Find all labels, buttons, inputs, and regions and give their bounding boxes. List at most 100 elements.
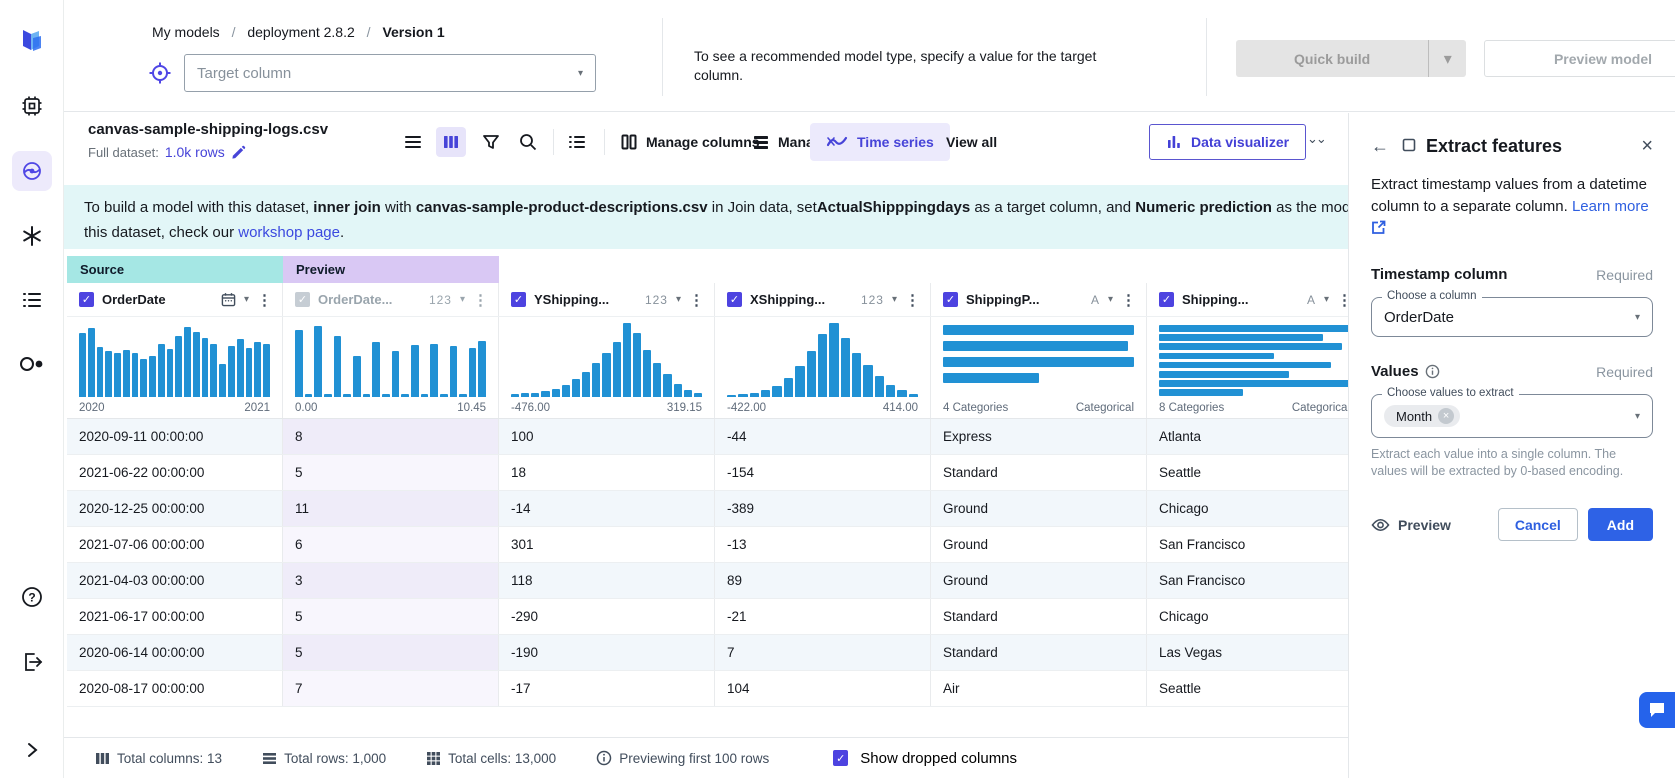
cancel-button[interactable]: Cancel (1498, 508, 1578, 541)
table-cell[interactable]: 301 (499, 527, 715, 562)
table-cell[interactable]: 2020-12-25 00:00:00 (67, 491, 283, 526)
column-menu-icon[interactable]: ⋮ (689, 291, 704, 309)
table-cell[interactable]: Standard (931, 455, 1147, 490)
collapse-toolbar-button[interactable]: ⌄⌄ (1307, 131, 1325, 147)
add-button[interactable]: Add (1588, 508, 1653, 541)
quick-build-button[interactable]: Quick build ▾ (1236, 40, 1466, 77)
table-cell[interactable]: Chicago (1147, 599, 1348, 634)
table-cell[interactable]: 7 (283, 671, 499, 706)
table-cell[interactable]: -14 (499, 491, 715, 526)
table-cell[interactable]: 3 (283, 563, 499, 598)
column-menu-icon[interactable]: ⋮ (905, 291, 920, 309)
chevron-down-icon[interactable]: ▾ (1324, 294, 1329, 305)
table-cell[interactable]: Ground (931, 563, 1147, 598)
table-cell[interactable]: 8 (283, 419, 499, 454)
table-cell[interactable]: -44 (715, 419, 931, 454)
sidebar-item-build[interactable] (0, 84, 64, 128)
column-checkbox[interactable]: ✓ (295, 292, 310, 307)
filter-button[interactable] (476, 127, 506, 157)
table-cell[interactable]: 11 (283, 491, 499, 526)
table-cell[interactable]: -21 (715, 599, 931, 634)
table-cell[interactable]: 6 (283, 527, 499, 562)
table-cell[interactable]: Ground (931, 491, 1147, 526)
timestamp-column-select[interactable]: Choose a column OrderDate ▾ (1371, 297, 1653, 337)
column-menu-icon[interactable]: ⋮ (473, 291, 488, 309)
table-cell[interactable]: Chicago (1147, 491, 1348, 526)
chevron-down-icon[interactable]: ▾ (244, 294, 249, 305)
table-cell[interactable]: Seattle (1147, 671, 1348, 706)
table-cell[interactable]: 100 (499, 419, 715, 454)
table-cell[interactable]: San Francisco (1147, 563, 1348, 598)
table-cell[interactable]: 89 (715, 563, 931, 598)
table-cell[interactable]: 18 (499, 455, 715, 490)
remove-chip-icon[interactable]: × (1438, 408, 1454, 424)
list-view-button[interactable] (398, 127, 428, 157)
rows-count-link[interactable]: 1.0k rows (165, 144, 225, 160)
table-cell[interactable]: 2021-06-22 00:00:00 (67, 455, 283, 490)
breadcrumb-my-models[interactable]: My models (152, 24, 220, 40)
back-arrow-icon[interactable]: ← (1371, 136, 1389, 157)
manage-columns-button[interactable]: Manage columns (620, 127, 760, 157)
sidebar-item-generate[interactable] (0, 214, 64, 258)
target-column-select[interactable]: Target column ▾ (184, 54, 596, 92)
table-cell[interactable]: 2021-07-06 00:00:00 (67, 527, 283, 562)
column-checkbox[interactable]: ✓ (1159, 292, 1174, 307)
table-cell[interactable]: Las Vegas (1147, 635, 1348, 670)
sidebar-item-models-active[interactable] (0, 149, 64, 193)
info-icon[interactable] (1425, 364, 1440, 379)
table-cell[interactable]: -154 (715, 455, 931, 490)
table-cell[interactable]: -190 (499, 635, 715, 670)
column-menu-icon[interactable]: ⋮ (1337, 291, 1348, 309)
table-cell[interactable]: -389 (715, 491, 931, 526)
breadcrumb-deployment[interactable]: deployment 2.8.2 (247, 24, 354, 40)
table-cell[interactable]: San Francisco (1147, 527, 1348, 562)
sidebar-item-list[interactable] (0, 278, 64, 322)
table-cell[interactable]: 5 (283, 455, 499, 490)
column-checkbox[interactable]: ✓ (943, 292, 958, 307)
chevron-down-icon[interactable]: ▾ (892, 294, 897, 305)
data-visualizer-button[interactable]: Data visualizer (1149, 124, 1306, 160)
sidebar-expand-button[interactable] (0, 728, 64, 772)
show-dropped-checkbox[interactable]: ✓ (833, 750, 848, 766)
external-link-icon[interactable] (1371, 220, 1386, 235)
chat-widget-button[interactable] (1639, 692, 1675, 728)
column-menu-icon[interactable]: ⋮ (257, 291, 272, 309)
table-cell[interactable]: 5 (283, 635, 499, 670)
time-series-button[interactable]: Time series (810, 123, 950, 161)
view-all-button[interactable]: View all (946, 127, 997, 157)
table-cell[interactable]: 2021-06-17 00:00:00 (67, 599, 283, 634)
table-cell[interactable]: 118 (499, 563, 715, 598)
close-icon[interactable]: × (1641, 135, 1653, 158)
table-cell[interactable]: 5 (283, 599, 499, 634)
table-cell[interactable]: Air (931, 671, 1147, 706)
chevron-down-icon[interactable]: ▾ (1108, 294, 1113, 305)
table-cell[interactable]: 104 (715, 671, 931, 706)
column-view-button[interactable] (436, 127, 466, 157)
learn-more-link[interactable]: Learn more (1572, 198, 1649, 215)
column-checkbox[interactable]: ✓ (727, 292, 742, 307)
table-cell[interactable]: Express (931, 419, 1147, 454)
quick-build-dropdown[interactable]: ▾ (1428, 40, 1466, 77)
table-cell[interactable]: 2020-08-17 00:00:00 (67, 671, 283, 706)
show-dropped-columns-toggle[interactable]: ✓ Show dropped columns (833, 750, 1017, 767)
sidebar-item-help[interactable]: ? (0, 575, 64, 619)
table-cell[interactable]: 2020-09-11 00:00:00 (67, 419, 283, 454)
chevron-down-icon[interactable]: ▾ (676, 294, 681, 305)
table-cell[interactable]: Seattle (1147, 455, 1348, 490)
search-button[interactable] (513, 127, 543, 157)
column-checkbox[interactable]: ✓ (79, 292, 94, 307)
edit-pencil-icon[interactable] (231, 145, 246, 160)
sidebar-item-automations[interactable] (0, 342, 64, 386)
values-multiselect[interactable]: Choose values to extract Month × ▾ (1371, 394, 1653, 438)
sidebar-item-logout[interactable] (0, 640, 64, 684)
table-cell[interactable]: Standard (931, 599, 1147, 634)
canvas-logo[interactable] (0, 18, 64, 62)
workshop-page-link[interactable]: workshop page (238, 224, 340, 241)
table-cell[interactable]: -17 (499, 671, 715, 706)
chevron-down-icon[interactable]: ▾ (460, 294, 465, 305)
table-cell[interactable]: Atlanta (1147, 419, 1348, 454)
table-cell[interactable]: 2020-06-14 00:00:00 (67, 635, 283, 670)
table-cell[interactable]: 2021-04-03 00:00:00 (67, 563, 283, 598)
column-menu-icon[interactable]: ⋮ (1121, 291, 1136, 309)
table-cell[interactable]: Standard (931, 635, 1147, 670)
